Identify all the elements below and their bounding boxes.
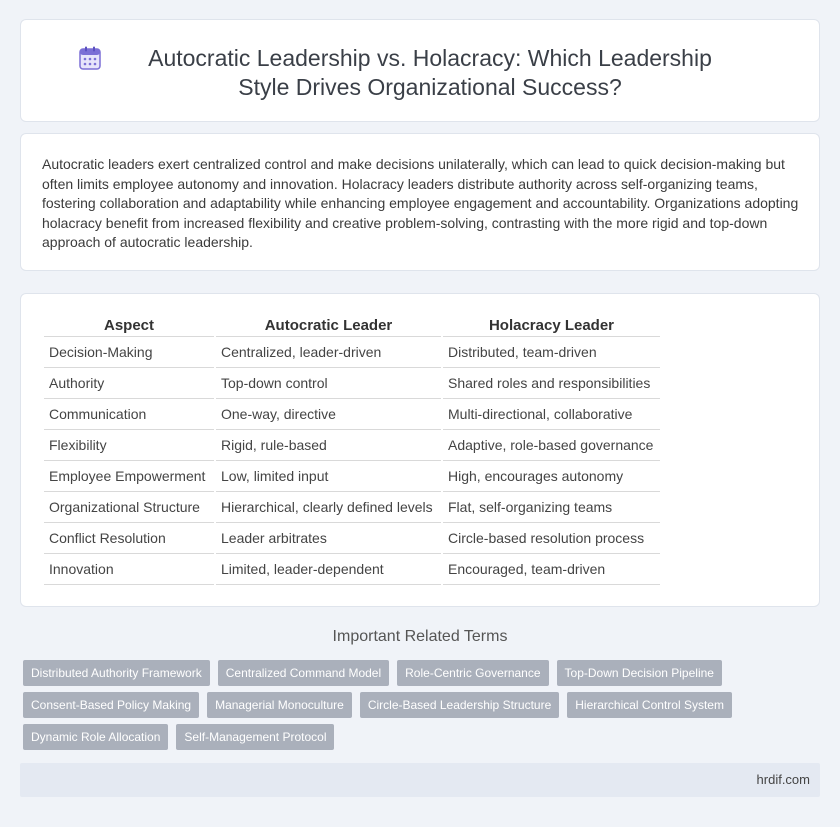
cell-holacracy: Flat, self-organizing teams [443,492,660,523]
cell-autocratic: Top-down control [216,368,441,399]
cell-autocratic: Low, limited input [216,461,441,492]
related-term-tag[interactable]: Centralized Command Model [217,660,390,686]
table-row: Flexibility Rigid, rule-based Adaptive, … [44,430,660,461]
cell-autocratic: One-way, directive [216,399,441,430]
summary-text: Autocratic leaders exert centralized con… [42,156,799,251]
table-row: Decision-Making Centralized, leader-driv… [44,337,660,368]
cell-aspect: Communication [44,399,214,430]
header-aspect: Aspect [44,313,214,337]
cell-autocratic: Limited, leader-dependent [216,554,441,585]
cell-holacracy: Shared roles and responsibilities [443,368,660,399]
cell-aspect: Flexibility [44,430,214,461]
cell-autocratic: Centralized, leader-driven [216,337,441,368]
related-term-tag[interactable]: Self-Management Protocol [176,724,335,750]
cell-aspect: Employee Empowerment [44,461,214,492]
cell-holacracy: Multi-directional, collaborative [443,399,660,430]
table-row: Authority Top-down control Shared roles … [44,368,660,399]
cell-autocratic: Hierarchical, clearly defined levels [216,492,441,523]
table-row: Innovation Limited, leader-dependent Enc… [44,554,660,585]
related-term-tag[interactable]: Hierarchical Control System [567,692,732,718]
table-row: Employee Empowerment Low, limited input … [44,461,660,492]
summary-card: Autocratic leaders exert centralized con… [20,133,820,271]
header-holacracy: Holacracy Leader [443,313,660,337]
cell-autocratic: Leader arbitrates [216,523,441,554]
related-term-tag[interactable]: Distributed Authority Framework [23,660,210,686]
comparison-table-card: Aspect Autocratic Leader Holacracy Leade… [20,293,820,607]
cell-holacracy: High, encourages autonomy [443,461,660,492]
title-card: Autocratic Leadership vs. Holacracy: Whi… [20,19,820,122]
footer: hrdif.com [20,763,820,797]
related-term-tag[interactable]: Role-Centric Governance [397,660,549,686]
cell-aspect: Innovation [44,554,214,585]
cell-aspect: Authority [44,368,214,399]
comparison-table: Aspect Autocratic Leader Holacracy Leade… [42,313,662,585]
related-term-tag[interactable]: Consent-Based Policy Making [23,692,200,718]
table-row: Conflict Resolution Leader arbitrates Ci… [44,523,660,554]
cell-holacracy: Circle-based resolution process [443,523,660,554]
related-term-tag[interactable]: Dynamic Role Allocation [23,724,169,750]
page-title: Autocratic Leadership vs. Holacracy: Whi… [148,45,712,100]
related-term-tag[interactable]: Managerial Monoculture [207,692,352,718]
cell-holacracy: Distributed, team-driven [443,337,660,368]
table-row: Communication One-way, directive Multi-d… [44,399,660,430]
related-term-tag[interactable]: Top-Down Decision Pipeline [556,660,722,686]
table-row: Organizational Structure Hierarchical, c… [44,492,660,523]
cell-aspect: Decision-Making [44,337,214,368]
footer-site-link[interactable]: hrdif.com [757,772,810,787]
cell-holacracy: Adaptive, role-based governance [443,430,660,461]
related-terms-title: Important Related Terms [332,628,508,645]
related-term-tag[interactable]: Circle-Based Leadership Structure [359,692,560,718]
table-header-row: Aspect Autocratic Leader Holacracy Leade… [44,313,660,337]
cell-autocratic: Rigid, rule-based [216,430,441,461]
related-terms-list: Distributed Authority Framework Centrali… [23,660,813,750]
cell-aspect: Organizational Structure [44,492,214,523]
header-autocratic: Autocratic Leader [216,313,441,337]
cell-aspect: Conflict Resolution [44,523,214,554]
cell-holacracy: Encouraged, team-driven [443,554,660,585]
